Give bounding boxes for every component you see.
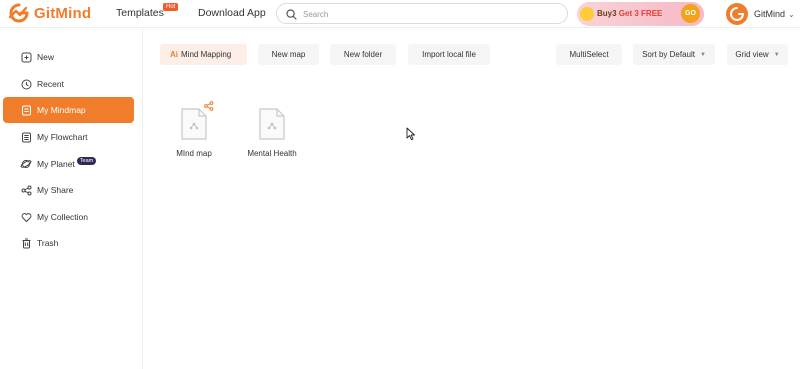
hot-badge: Hot bbox=[163, 3, 179, 11]
promo-buy: Buy3 bbox=[597, 9, 617, 18]
view-dropdown[interactable]: Grid view ▼ bbox=[727, 44, 788, 65]
multiselect-button[interactable]: MultiSelect bbox=[556, 44, 622, 65]
search-icon bbox=[286, 9, 297, 20]
sort-dropdown[interactable]: Sort by Default ▼ bbox=[633, 44, 715, 65]
ai-mind-mapping-button[interactable]: Ai Mind Mapping bbox=[160, 44, 247, 65]
logo-text: GitMind bbox=[34, 4, 92, 22]
search-bar[interactable] bbox=[276, 3, 568, 24]
flowchart-icon bbox=[20, 131, 32, 143]
sidebar-item-label: My Share bbox=[37, 185, 74, 195]
sidebar-item-trash[interactable]: Trash bbox=[3, 230, 134, 256]
search-input[interactable] bbox=[303, 7, 553, 21]
mouse-cursor-icon bbox=[406, 127, 415, 141]
user-name: GitMind bbox=[754, 9, 786, 19]
sidebar-item-my-share[interactable]: My Share bbox=[3, 177, 134, 203]
user-menu[interactable]: GitMind ⌄ bbox=[726, 3, 795, 25]
caret-down-icon: ▼ bbox=[773, 51, 780, 58]
sidebar-item-label: My Flowchart bbox=[37, 132, 88, 142]
avatar-logo-icon bbox=[730, 7, 745, 21]
new-map-button[interactable]: New map bbox=[258, 44, 319, 65]
ai-tag: Ai bbox=[170, 50, 178, 59]
sidebar-item-label: My Collection bbox=[37, 212, 89, 222]
nav-templates[interactable]: Templates bbox=[116, 7, 164, 19]
sidebar-item-new[interactable]: New bbox=[3, 44, 134, 70]
sidebar-item-recent[interactable]: Recent bbox=[3, 71, 134, 97]
sort-label: Sort by Default bbox=[642, 50, 695, 59]
sidebar-item-label: New bbox=[37, 52, 55, 62]
file-name: MInd map bbox=[176, 149, 212, 158]
sidebar-item-label: My Planet bbox=[37, 159, 75, 169]
gift-icon bbox=[580, 7, 594, 21]
shared-file-icon bbox=[204, 101, 214, 111]
sidebar-item-my-collection[interactable]: My Collection bbox=[3, 204, 134, 230]
import-local-file-button[interactable]: Import local file bbox=[408, 44, 490, 65]
sidebar: New Recent My Mindmap My Flowchart My Pl… bbox=[0, 29, 143, 369]
heart-icon bbox=[20, 211, 32, 223]
sidebar-item-my-planet[interactable]: My Planet Team bbox=[3, 151, 134, 177]
caret-down-icon: ▼ bbox=[699, 51, 706, 58]
promo-banner[interactable]: Buy3 Get 3 FREE GO bbox=[577, 2, 704, 26]
sidebar-item-my-flowchart[interactable]: My Flowchart bbox=[3, 124, 134, 150]
sidebar-item-my-mindmap[interactable]: My Mindmap bbox=[3, 97, 134, 123]
chevron-down-icon: ⌄ bbox=[788, 9, 795, 19]
gitmind-logo-icon bbox=[8, 3, 29, 23]
sidebar-item-label: Trash bbox=[37, 238, 59, 248]
nav-download-app[interactable]: Download App bbox=[198, 7, 266, 19]
team-badge: Team bbox=[76, 157, 97, 165]
mindmap-file-icon bbox=[259, 108, 285, 140]
logo[interactable]: GitMind bbox=[8, 3, 91, 23]
sidebar-item-label: My Mindmap bbox=[37, 105, 86, 115]
new-folder-button[interactable]: New folder bbox=[330, 44, 396, 65]
ai-button-label: Mind Mapping bbox=[181, 50, 232, 59]
avatar bbox=[726, 3, 748, 25]
promo-text: Buy3 Get 3 FREE bbox=[597, 9, 662, 18]
sidebar-item-label: Recent bbox=[37, 79, 64, 89]
view-label: Grid view bbox=[735, 50, 769, 59]
trash-icon bbox=[20, 237, 32, 249]
planet-icon bbox=[20, 158, 32, 170]
share-icon bbox=[20, 184, 32, 196]
mindmap-file-icon bbox=[181, 108, 207, 140]
promo-go-button[interactable]: GO bbox=[681, 4, 700, 23]
file-name: Mental Health bbox=[247, 149, 297, 158]
file-item[interactable]: MInd map bbox=[154, 107, 234, 158]
promo-free: Get 3 FREE bbox=[618, 9, 663, 18]
file-item[interactable]: Mental Health bbox=[232, 107, 312, 158]
new-icon bbox=[20, 51, 32, 63]
document-icon bbox=[20, 104, 32, 116]
top-bar: GitMind Templates Hot Download App Buy3 … bbox=[0, 0, 800, 28]
clock-icon bbox=[20, 78, 32, 90]
